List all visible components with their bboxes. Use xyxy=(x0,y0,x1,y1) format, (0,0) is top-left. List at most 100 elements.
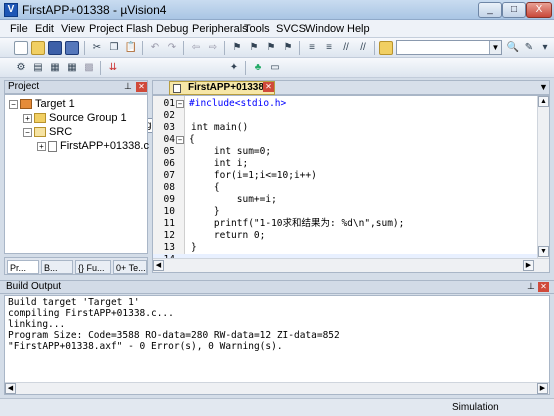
cut-icon[interactable]: ✂ xyxy=(90,41,104,55)
expand-icon[interactable]: + xyxy=(23,113,32,123)
code-line[interactable]: 07 for(i=1;i<=10;i++) xyxy=(153,170,537,182)
code-editor[interactable]: 01− #include<stdio.h> 02 03 int main() 04−… xyxy=(152,95,550,273)
bookmark-clear-icon[interactable]: ⚑ xyxy=(281,41,295,55)
menu-edit[interactable]: Edit xyxy=(35,23,54,35)
code-line[interactable]: 08 { xyxy=(153,182,537,194)
unindent-icon[interactable]: ≡ xyxy=(322,41,336,55)
bookmark-prev-icon[interactable]: ⚑ xyxy=(247,41,261,55)
close-icon[interactable]: ✕ xyxy=(263,82,274,92)
code-line[interactable]: 09 sum+=i; xyxy=(153,194,537,206)
scroll-down-icon[interactable]: ▼ xyxy=(538,246,549,257)
build-output-scrollbar[interactable]: ◀ ▶ xyxy=(5,382,549,394)
save-all-icon[interactable] xyxy=(65,41,79,55)
translate-icon[interactable]: ⚙ xyxy=(14,61,28,75)
scroll-right-icon[interactable]: ▶ xyxy=(523,260,534,271)
editor-horizontal-scrollbar[interactable]: ◀ ▶ xyxy=(153,258,549,272)
build-output-header: Build Output ⊥ ✕ xyxy=(0,280,554,294)
comment-icon[interactable]: // xyxy=(339,41,353,55)
fold-toggle-icon[interactable]: − xyxy=(176,135,184,144)
incremental-find-icon[interactable]: ✎ xyxy=(522,41,536,55)
redo-icon[interactable]: ↷ xyxy=(165,41,179,55)
maximize-button[interactable]: □ xyxy=(502,2,526,18)
manage-components-icon[interactable]: ♣ xyxy=(251,61,265,75)
chevron-down-icon[interactable]: ▼ xyxy=(539,82,548,92)
tree-item-target[interactable]: − Target 1 xyxy=(9,97,75,111)
menu-flash[interactable]: Flash xyxy=(126,23,153,35)
chevron-down-icon[interactable]: ▼ xyxy=(489,41,501,54)
minimize-button[interactable]: _ xyxy=(478,2,502,18)
build-output-panel[interactable]: Build target 'Target 1' compiling FirstA… xyxy=(4,295,550,395)
paste-icon[interactable]: 📋 xyxy=(124,41,138,55)
pin-icon[interactable]: ⊥ xyxy=(124,81,132,92)
editor-tab-strip: FirstAPP+01338.c ✕ ▼ xyxy=(152,80,550,95)
nav-back-icon[interactable]: ⇦ xyxy=(189,41,203,55)
toolbar-options-icon[interactable]: ▾ xyxy=(538,41,552,55)
open-file-icon[interactable] xyxy=(31,41,45,55)
menu-tools[interactable]: Tools xyxy=(244,23,270,35)
project-panel-tabs: Pr... B... {} Fu... 0+ Te... xyxy=(4,257,148,275)
close-icon[interactable]: ✕ xyxy=(538,282,549,292)
code-line[interactable]: 10 } xyxy=(153,206,537,218)
find-combo-box[interactable]: ▼ xyxy=(396,40,502,55)
copy-icon[interactable]: ❐ xyxy=(107,41,121,55)
target-icon xyxy=(20,99,32,110)
rebuild-icon[interactable]: ▦ xyxy=(48,61,62,75)
menu-debug[interactable]: Debug xyxy=(156,23,188,35)
new-file-icon[interactable] xyxy=(14,41,28,55)
code-line[interactable]: 13} xyxy=(153,242,537,254)
tree-item-source-group[interactable]: + Source Group 1 xyxy=(23,111,127,125)
uncomment-icon[interactable]: // xyxy=(356,41,370,55)
scroll-right-icon[interactable]: ▶ xyxy=(537,383,548,394)
collapse-icon[interactable]: − xyxy=(23,127,32,137)
fold-toggle-icon[interactable]: − xyxy=(176,99,184,108)
code-line[interactable]: 01− #include<stdio.h> xyxy=(153,98,537,110)
close-window-button[interactable]: X xyxy=(526,2,552,18)
target-options-icon[interactable]: ✦ xyxy=(227,61,241,75)
menu-svcs[interactable]: SVCS xyxy=(276,23,306,35)
scroll-up-icon[interactable]: ▲ xyxy=(538,96,549,107)
nav-forward-icon[interactable]: ⇨ xyxy=(206,41,220,55)
menu-window[interactable]: Window xyxy=(305,23,344,35)
code-line[interactable]: 05 int sum=0; xyxy=(153,146,537,158)
build-icon[interactable]: ▤ xyxy=(31,61,45,75)
pin-icon[interactable]: ⊥ xyxy=(527,281,535,292)
editor-tab-source-file[interactable]: FirstAPP+01338.c xyxy=(169,81,275,95)
scroll-left-icon[interactable]: ◀ xyxy=(5,383,16,394)
stop-build-icon[interactable]: ▩ xyxy=(82,61,96,75)
bookmark-toggle-icon[interactable]: ⚑ xyxy=(230,41,244,55)
code-line[interactable]: 11 printf("1-10求和结果为: %d\n",sum); xyxy=(153,218,537,230)
tree-item-src[interactable]: − SRC xyxy=(23,125,72,139)
tab-books[interactable]: B... xyxy=(41,260,73,274)
code-line[interactable]: 12 return 0; xyxy=(153,230,537,242)
undo-icon[interactable]: ↶ xyxy=(148,41,162,55)
menu-file[interactable]: File xyxy=(10,23,28,35)
menu-help[interactable]: Help xyxy=(347,23,370,35)
tree-item-label: Source Group 1 xyxy=(49,112,127,124)
menu-view[interactable]: View xyxy=(61,23,85,35)
code-line[interactable]: 04−{ xyxy=(153,134,537,146)
tree-item-source-file[interactable]: + FirstAPP+01338.c xyxy=(37,139,149,153)
tab-project[interactable]: Pr... xyxy=(7,260,39,274)
close-icon[interactable]: ✕ xyxy=(136,82,147,92)
select-books-icon[interactable]: ▭ xyxy=(268,61,282,75)
download-icon[interactable]: ⇊ xyxy=(106,61,120,75)
tab-functions[interactable]: {} Fu... xyxy=(75,260,111,274)
code-line[interactable]: 06 int i; xyxy=(153,158,537,170)
find-icon[interactable]: 🔍 xyxy=(506,41,520,55)
toolbar-divider xyxy=(142,41,143,55)
collapse-icon[interactable]: − xyxy=(9,99,18,109)
find-in-files-icon[interactable] xyxy=(379,41,393,55)
code-line[interactable]: 03 int main() xyxy=(153,122,537,134)
tab-templates[interactable]: 0+ Te... xyxy=(113,260,147,274)
menu-project[interactable]: Project xyxy=(89,23,123,35)
uvision-app-icon[interactable]: V xyxy=(4,3,18,17)
indent-icon[interactable]: ≡ xyxy=(305,41,319,55)
bookmark-next-icon[interactable]: ⚑ xyxy=(264,41,278,55)
save-icon[interactable] xyxy=(48,41,62,55)
expand-icon[interactable]: + xyxy=(37,141,46,151)
scroll-left-icon[interactable]: ◀ xyxy=(153,260,164,271)
code-line[interactable]: 02 xyxy=(153,110,537,122)
menu-peripherals[interactable]: Peripherals xyxy=(192,23,248,35)
batch-build-icon[interactable]: ▦ xyxy=(65,61,79,75)
editor-vertical-scrollbar[interactable]: ▲ ▼ xyxy=(537,96,549,258)
